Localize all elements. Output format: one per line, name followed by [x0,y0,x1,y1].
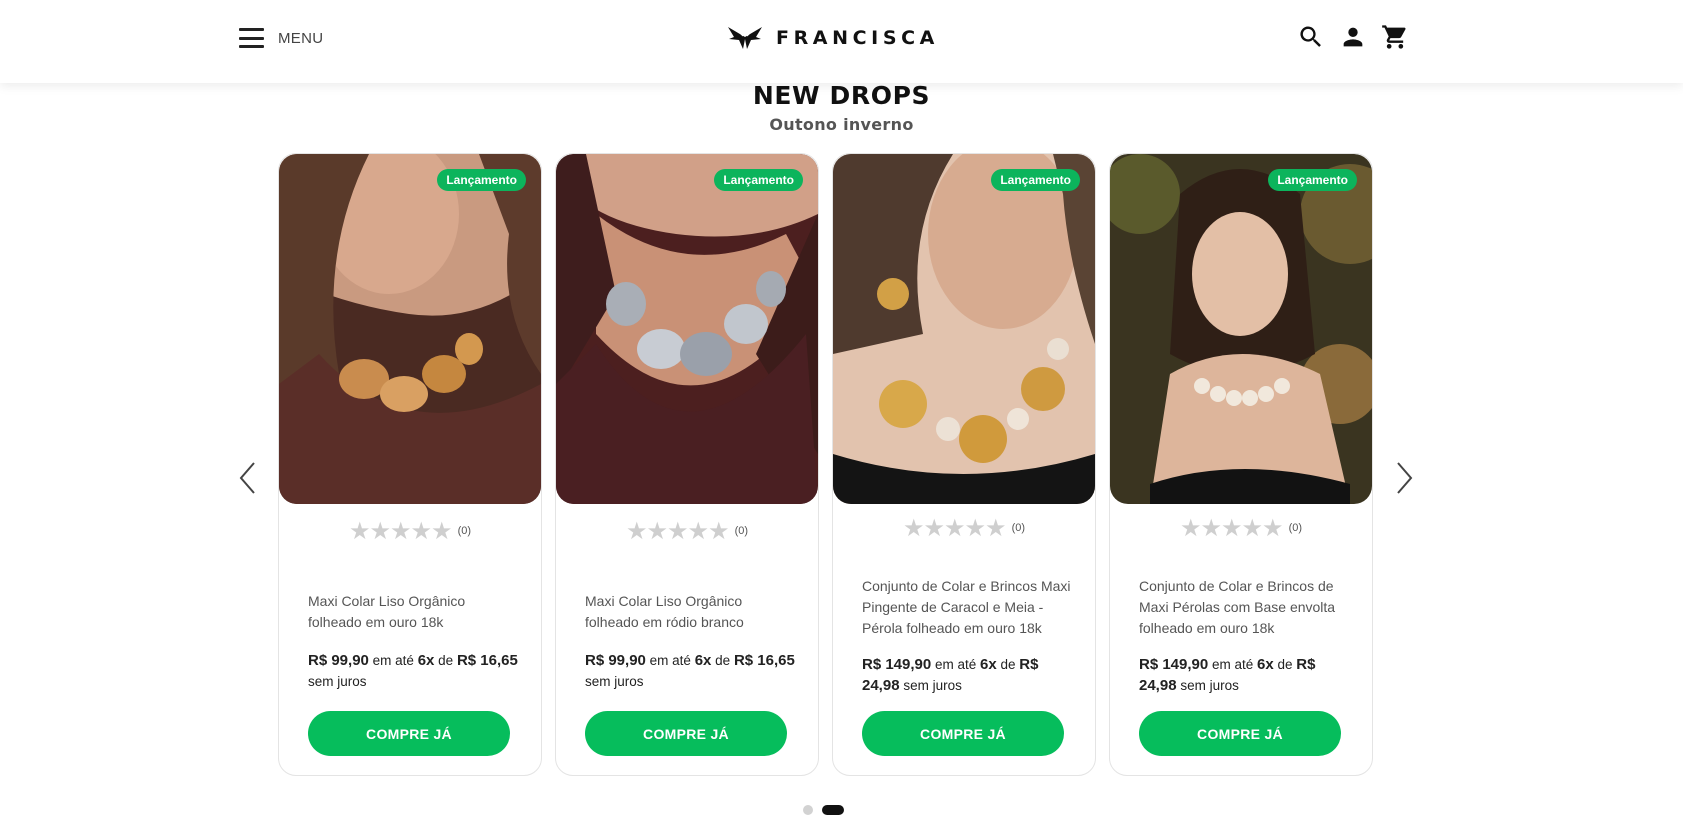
product-rating: ★★★★★ (0) [1110,514,1372,542]
product-price: R$ 149,90 em até 6x de R$ 24,98 sem juro… [862,656,1039,694]
product-rating: ★★★★★ (0) [556,517,818,545]
chevron-left-icon [239,462,255,494]
menu-button[interactable]: MENU [239,26,323,50]
brand-name: FRANCISCA [776,27,939,49]
product-price: R$ 149,90 em até 6x de R$ 24,98 sem juro… [1139,656,1316,694]
rating-stars-icon: ★★★★★ [902,514,1007,542]
cart-icon[interactable] [1380,22,1410,52]
chevron-right-icon [1397,462,1413,494]
hamburger-icon [239,28,264,48]
rating-count: (0) [457,525,472,537]
rating-count: (0) [734,525,749,537]
product-image[interactable]: Lançamento [279,154,541,504]
rating-count: (0) [1011,522,1026,534]
product-card[interactable]: Lançamento ★★★★★ (0) Maxi Colar Liso Org… [278,153,542,776]
product-name[interactable]: Maxi Colar Liso Orgânico folheado em ród… [585,591,795,633]
menu-label: MENU [278,29,324,47]
carousel-next-button[interactable] [1392,460,1416,496]
launch-badge: Lançamento [1268,169,1357,191]
product-name[interactable]: Conjunto de Colar e Brincos de Maxi Péro… [1139,576,1349,639]
section-subtitle: Outono inverno [769,115,914,134]
buy-now-button[interactable]: COMPRE JÁ [862,711,1064,756]
product-name[interactable]: Maxi Colar Liso Orgânico folheado em our… [308,591,518,633]
butterfly-logo-icon [728,27,762,49]
pagination-dot-1[interactable] [803,805,813,815]
product-price: R$ 99,90 em até 6x de R$ 16,65 sem juros [308,652,518,689]
launch-badge: Lançamento [714,169,803,191]
product-rating: ★★★★★ (0) [279,517,541,545]
account-icon[interactable] [1338,22,1368,52]
rating-count: (0) [1288,522,1303,534]
product-image[interactable]: Lançamento [1110,154,1372,504]
search-icon[interactable] [1296,22,1326,52]
product-image[interactable]: Lançamento [556,154,818,504]
buy-now-button[interactable]: COMPRE JÁ [308,711,510,756]
buy-now-button[interactable]: COMPRE JÁ [1139,711,1341,756]
product-price: R$ 99,90 em até 6x de R$ 16,65 sem juros [585,652,795,689]
section-title: NEW DROPS [752,81,931,110]
product-card[interactable]: Lançamento ★★★★★ (0) Conjunto de Colar e… [1109,153,1373,776]
header-actions [1296,22,1422,52]
brand-logo[interactable]: FRANCISCA [726,24,939,52]
site-header: MENU FRANCISCA [0,0,1683,83]
product-card[interactable]: Lançamento ★★★★★ (0) Maxi Colar Liso Org… [555,153,819,776]
product-card[interactable]: Lançamento ★★★★★ (0) Conjunto de Colar e… [832,153,1096,776]
pagination-dot-2[interactable] [822,805,844,815]
rating-stars-icon: ★★★★★ [348,517,453,545]
rating-stars-icon: ★★★★★ [1179,514,1284,542]
product-rating: ★★★★★ (0) [833,514,1095,542]
carousel-prev-button[interactable] [236,460,260,496]
launch-badge: Lançamento [437,169,526,191]
product-image[interactable]: Lançamento [833,154,1095,504]
carousel-pagination [803,805,853,815]
rating-stars-icon: ★★★★★ [625,517,730,545]
launch-badge: Lançamento [991,169,1080,191]
product-name[interactable]: Conjunto de Colar e Brincos Maxi Pingent… [862,576,1072,639]
buy-now-button[interactable]: COMPRE JÁ [585,711,787,756]
